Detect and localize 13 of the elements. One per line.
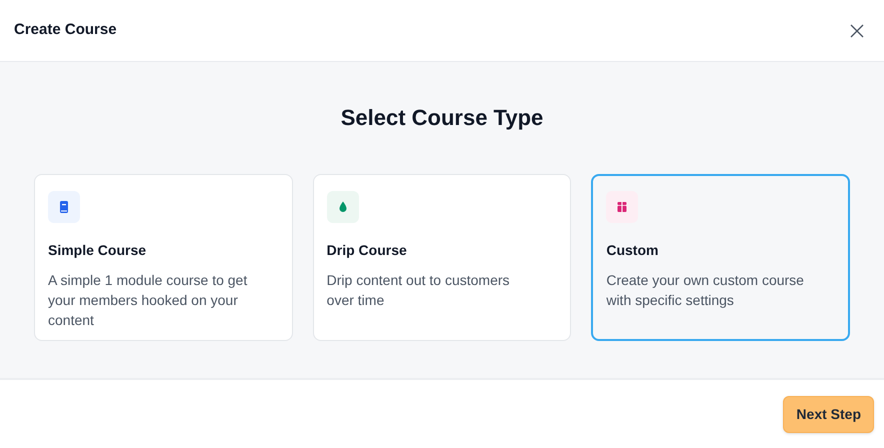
card-title: Drip Course [326,241,408,260]
card-title: Custom [606,241,660,260]
card-description: Create your own custom course with specific settings [606,271,805,310]
card-title: Simple Course [48,241,148,260]
card-description: Drip content out to customers over time [326,271,511,310]
course-type-card[interactable]: Custom Create your own custom course with specific settings [591,174,850,341]
close-icon[interactable] [850,24,864,38]
course-type-card[interactable]: Simple Course A simple 1 module course to get your members hooked on your content [34,174,293,341]
next-step-button[interactable]: Next Step [783,396,874,432]
card-description: A simple 1 module course to get your members hooked on your content [48,271,248,330]
dialog-title: Create Course [14,20,117,40]
course-type-card[interactable]: Drip Course Drip content out to customers over time [312,174,572,341]
section-heading: Select Course Type [340,104,544,132]
